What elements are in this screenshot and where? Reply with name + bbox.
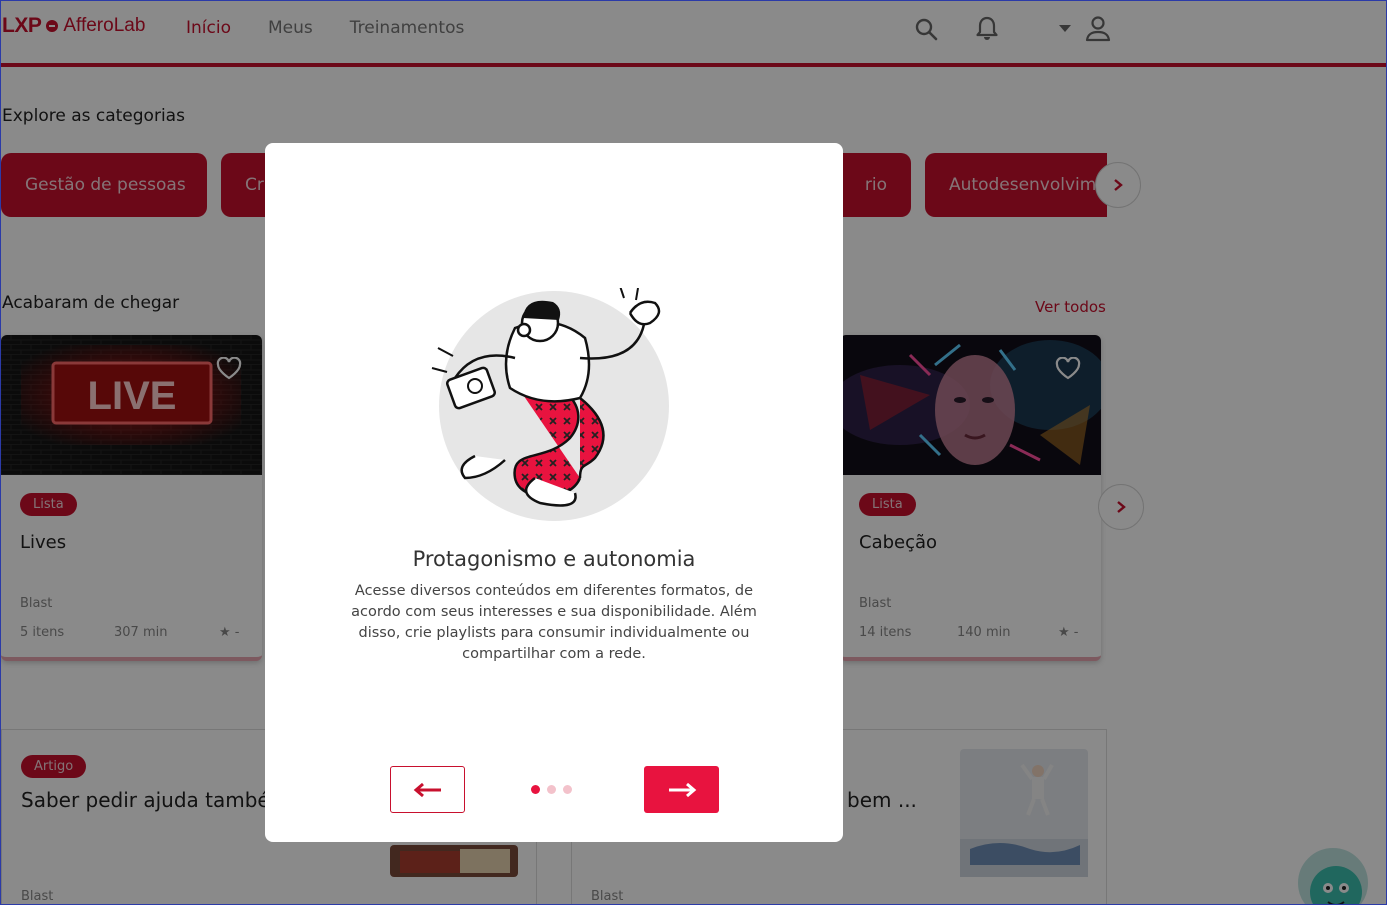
onboarding-modal: Protagonismo e autonomia Acesse diversos…: [265, 143, 843, 842]
modal-description: Acesse diversos conteúdos em diferentes …: [351, 583, 757, 662]
previous-button[interactable]: [390, 766, 465, 813]
pagination-dot-active[interactable]: [531, 785, 540, 794]
pagination-dot[interactable]: [563, 785, 572, 794]
modal-title: Protagonismo e autonomia: [412, 547, 696, 571]
pagination-dots: [531, 785, 572, 794]
next-button[interactable]: [644, 766, 719, 813]
onboarding-illustration: [431, 288, 669, 521]
arrow-left-icon: [413, 782, 441, 797]
arrow-right-icon: [668, 782, 696, 797]
pagination-dot[interactable]: [547, 785, 556, 794]
